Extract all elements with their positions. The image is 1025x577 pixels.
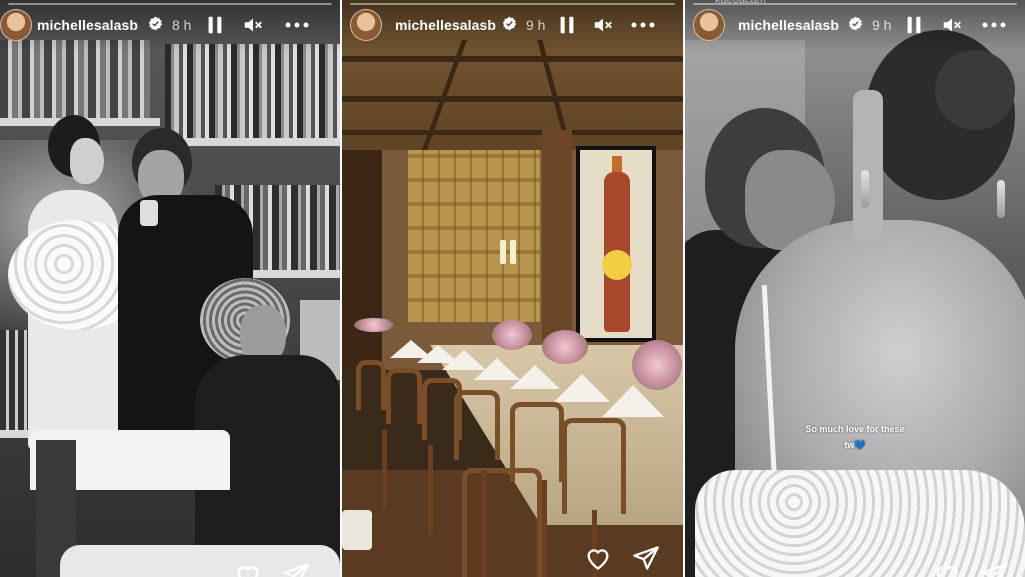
story-progress-bar [8, 3, 332, 5]
more-options-icon[interactable] [981, 14, 1007, 36]
username[interactable]: michellesalasb [395, 17, 496, 33]
story-header: kaeoacam michellesalasb 9 h [685, 0, 1025, 52]
avatar[interactable] [0, 9, 32, 41]
story-panel-3[interactable]: kaeoacam michellesalasb 9 h So much love… [685, 0, 1025, 577]
send-icon[interactable] [981, 561, 1009, 577]
send-icon[interactable] [282, 561, 310, 577]
muted-speaker-icon[interactable] [242, 14, 264, 36]
story-panel-2[interactable]: michellesalasb 9 h [342, 0, 683, 577]
story-header: michellesalasb 8 h [0, 0, 340, 52]
username[interactable]: michellesalasb [738, 17, 839, 33]
pause-icon[interactable] [556, 14, 578, 36]
heart-icon[interactable] [234, 561, 262, 577]
verified-badge-icon [148, 16, 163, 31]
story-image [685, 0, 1025, 577]
pause-icon[interactable] [903, 14, 925, 36]
post-timestamp: 9 h [526, 17, 546, 33]
caption-line: So much love for these [805, 424, 905, 434]
heart-icon[interactable] [584, 544, 612, 572]
more-options-icon[interactable] [630, 14, 656, 36]
story-progress-bar [350, 3, 675, 5]
story-caption: So much love for these tw💙 [685, 421, 1025, 453]
verified-badge-icon [848, 16, 863, 31]
send-icon[interactable] [632, 544, 660, 572]
more-options-icon[interactable] [284, 14, 310, 36]
verified-badge-icon [502, 16, 517, 31]
story-progress-bar [693, 3, 1017, 5]
muted-speaker-icon[interactable] [941, 14, 963, 36]
caption-line: tw💙 [844, 440, 866, 451]
heart-icon[interactable] [933, 561, 961, 577]
story-image [0, 0, 340, 577]
pause-icon[interactable] [204, 14, 226, 36]
post-timestamp: 8 h [172, 17, 192, 33]
username[interactable]: michellesalasb [37, 17, 138, 33]
story-panel-1[interactable]: michellesalasb 8 h [0, 0, 340, 577]
avatar[interactable] [693, 9, 725, 41]
muted-speaker-icon[interactable] [592, 14, 614, 36]
post-timestamp: 9 h [872, 17, 892, 33]
avatar[interactable] [350, 9, 382, 41]
story-header: michellesalasb 9 h [342, 0, 683, 52]
